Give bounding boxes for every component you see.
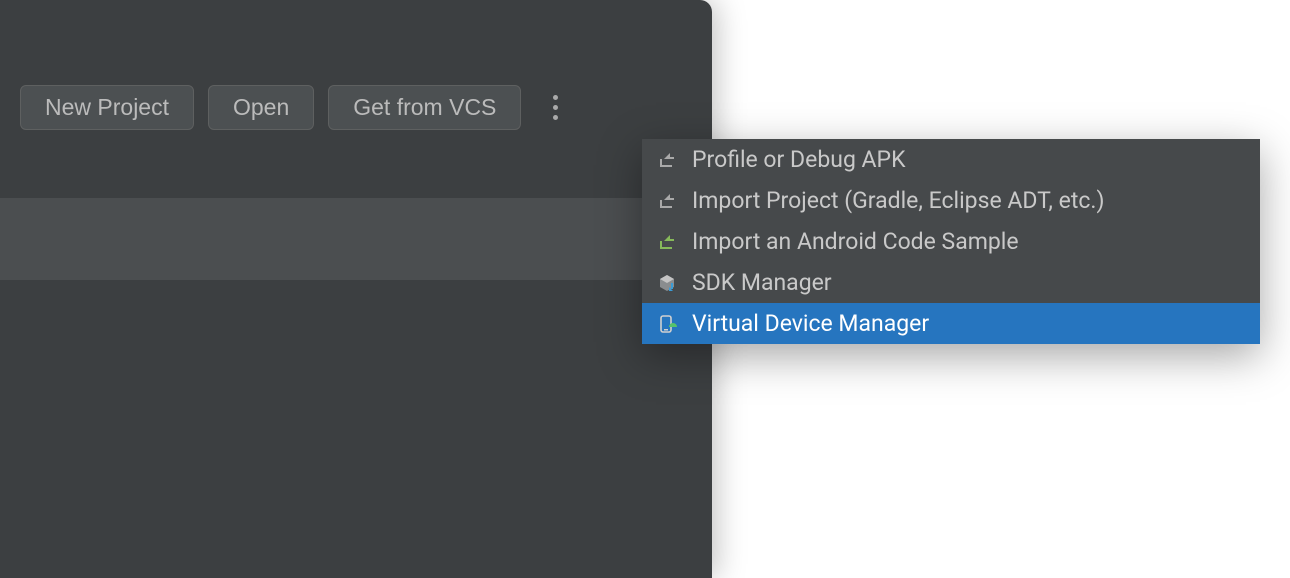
sdk-box-icon <box>656 272 678 294</box>
menu-item-sdk-manager[interactable]: SDK Manager <box>642 262 1260 303</box>
list-item-placeholder <box>0 198 712 280</box>
get-from-vcs-button[interactable]: Get from VCS <box>328 85 521 130</box>
dot-icon <box>553 95 558 100</box>
import-arrow-icon <box>656 190 678 212</box>
dot-icon <box>553 115 558 120</box>
avd-device-icon <box>656 313 678 335</box>
open-button[interactable]: Open <box>208 85 314 130</box>
menu-item-virtual-device-manager[interactable]: Virtual Device Manager <box>642 303 1260 344</box>
menu-item-profile-debug-apk[interactable]: Profile or Debug APK <box>642 139 1260 180</box>
import-arrow-icon <box>656 149 678 171</box>
menu-item-label: Profile or Debug APK <box>692 146 906 173</box>
more-actions-menu: Profile or Debug APK Import Project (Gra… <box>642 139 1260 344</box>
menu-item-label: Import Project (Gradle, Eclipse ADT, etc… <box>692 187 1105 214</box>
android-import-icon <box>656 231 678 253</box>
menu-item-label: SDK Manager <box>692 269 832 296</box>
new-project-button[interactable]: New Project <box>20 85 194 130</box>
dot-icon <box>553 105 558 110</box>
more-actions-button[interactable] <box>549 91 562 124</box>
menu-item-import-project[interactable]: Import Project (Gradle, Eclipse ADT, etc… <box>642 180 1260 221</box>
menu-item-label: Import an Android Code Sample <box>692 228 1019 255</box>
welcome-window: New Project Open Get from VCS <box>0 0 712 578</box>
menu-item-label: Virtual Device Manager <box>692 310 929 337</box>
menu-item-import-sample[interactable]: Import an Android Code Sample <box>642 221 1260 262</box>
toolbar: New Project Open Get from VCS <box>0 0 712 130</box>
